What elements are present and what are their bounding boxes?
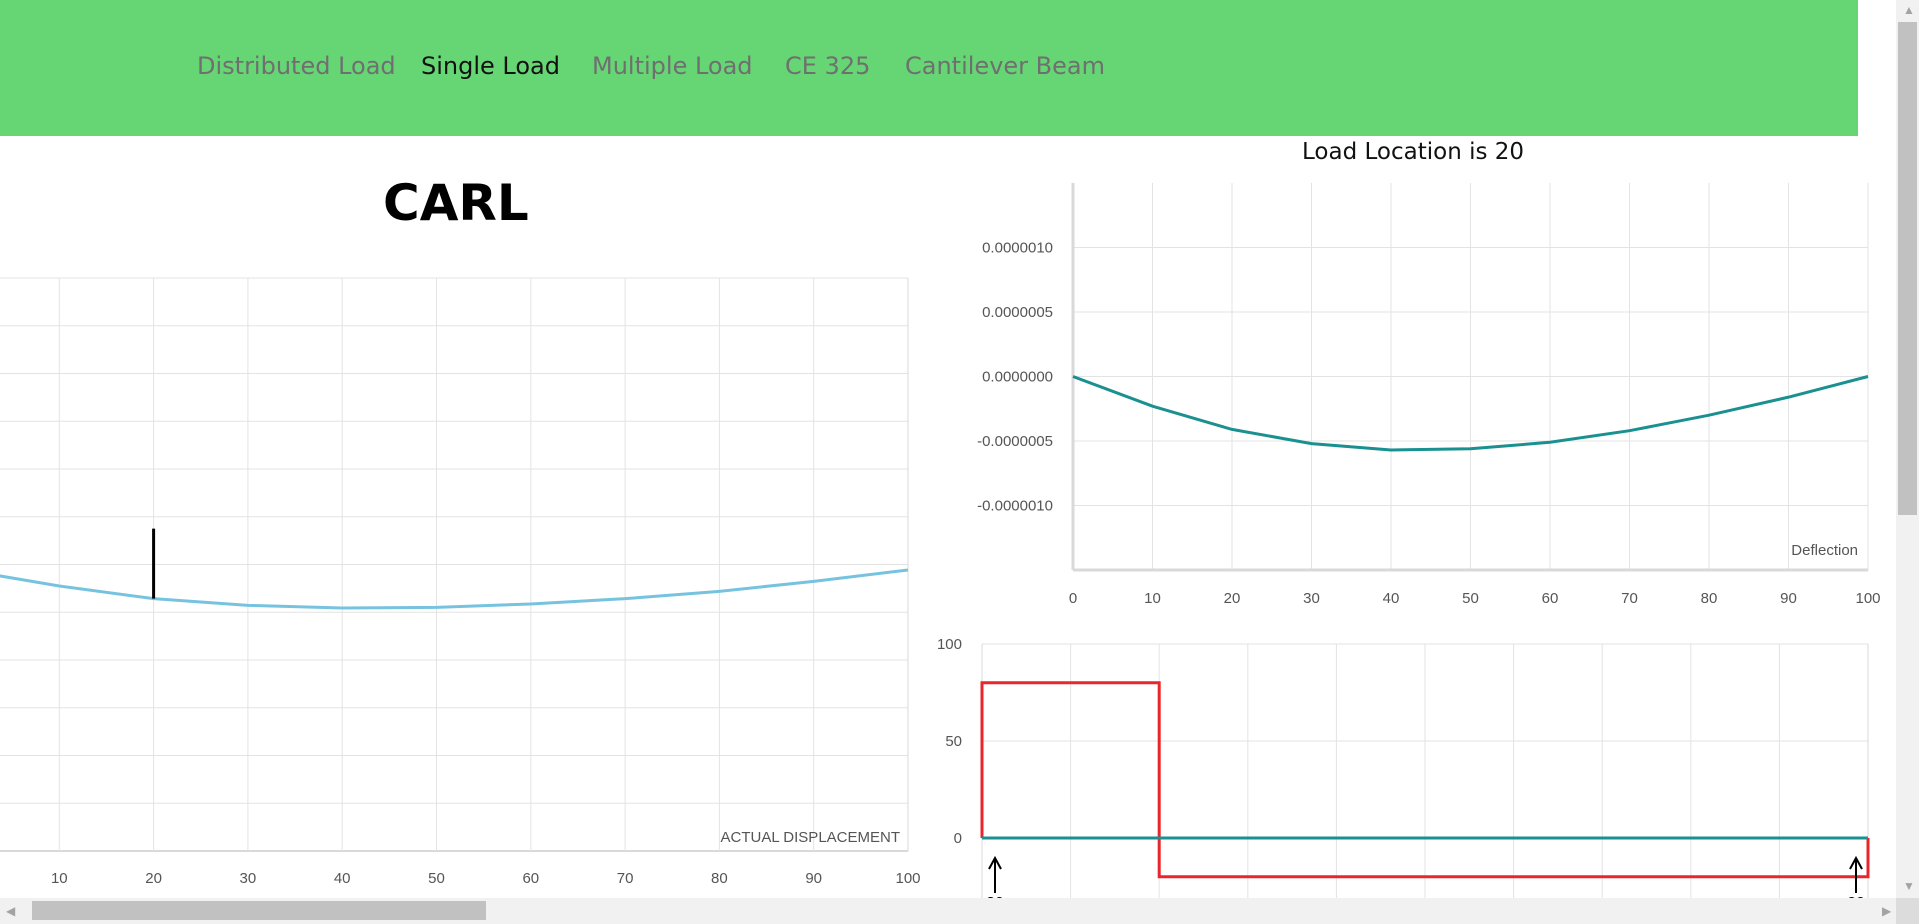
- scroll-up-arrow-icon[interactable]: ▲: [1903, 4, 1915, 16]
- y-tick-label: 0.0000010: [982, 240, 1053, 257]
- x-tick-label: 60: [1542, 590, 1559, 607]
- y-tick-label: -0.0000010: [977, 498, 1053, 515]
- x-tick-label: 10: [51, 870, 68, 887]
- x-tick-label: 90: [1780, 590, 1797, 607]
- x-tick-label: 30: [1303, 590, 1320, 607]
- scroll-down-arrow-icon[interactable]: ▼: [1903, 880, 1915, 892]
- x-tick-label: 20: [1224, 590, 1241, 607]
- scroll-right-arrow-icon[interactable]: ▶: [1882, 905, 1891, 917]
- vertical-scrollbar-thumb[interactable]: [1898, 22, 1917, 515]
- scroll-left-arrow-icon[interactable]: ◀: [6, 905, 15, 917]
- displacement-line: [0, 568, 909, 610]
- x-tick-label: 80: [711, 870, 728, 887]
- x-tick-label: 40: [1383, 590, 1400, 607]
- chart-label-actual-displacement: ACTUAL DISPLACEMENT: [721, 829, 900, 846]
- x-tick-label: 100: [895, 870, 920, 887]
- horizontal-scrollbar-thumb[interactable]: [32, 901, 486, 920]
- x-tick-label: 80: [1701, 590, 1718, 607]
- x-tick-label: 10: [1144, 590, 1161, 607]
- x-tick-label: 30: [240, 870, 257, 887]
- x-tick-label: 50: [428, 870, 445, 887]
- x-tick-label: 70: [1621, 590, 1638, 607]
- x-tick-label: 0: [1069, 590, 1077, 607]
- y-tick-label: 0.0000000: [982, 369, 1053, 386]
- x-tick-label: 90: [805, 870, 822, 887]
- x-tick-label: 70: [617, 870, 634, 887]
- y-tick-label: 0.0000005: [982, 304, 1053, 321]
- y-tick-label: 0: [954, 830, 962, 847]
- y-tick-label: 100: [937, 636, 962, 653]
- scrollbar-corner: [1896, 898, 1919, 924]
- y-tick-label: 50: [945, 733, 962, 750]
- y-tick-label: -0.0000005: [977, 433, 1053, 450]
- x-tick-label: 100: [1855, 590, 1880, 607]
- x-tick-label: 20: [145, 870, 162, 887]
- chart-label-deflection: Deflection: [1791, 542, 1858, 559]
- x-tick-label: 50: [1462, 590, 1479, 607]
- x-tick-label: 40: [334, 870, 351, 887]
- charts-canvas: 10 20 30 40 50 60 70 80 90 100ACTUAL DISPLACEMENT…: [0, 183, 1881, 912]
- x-tick-label: 60: [522, 870, 539, 887]
